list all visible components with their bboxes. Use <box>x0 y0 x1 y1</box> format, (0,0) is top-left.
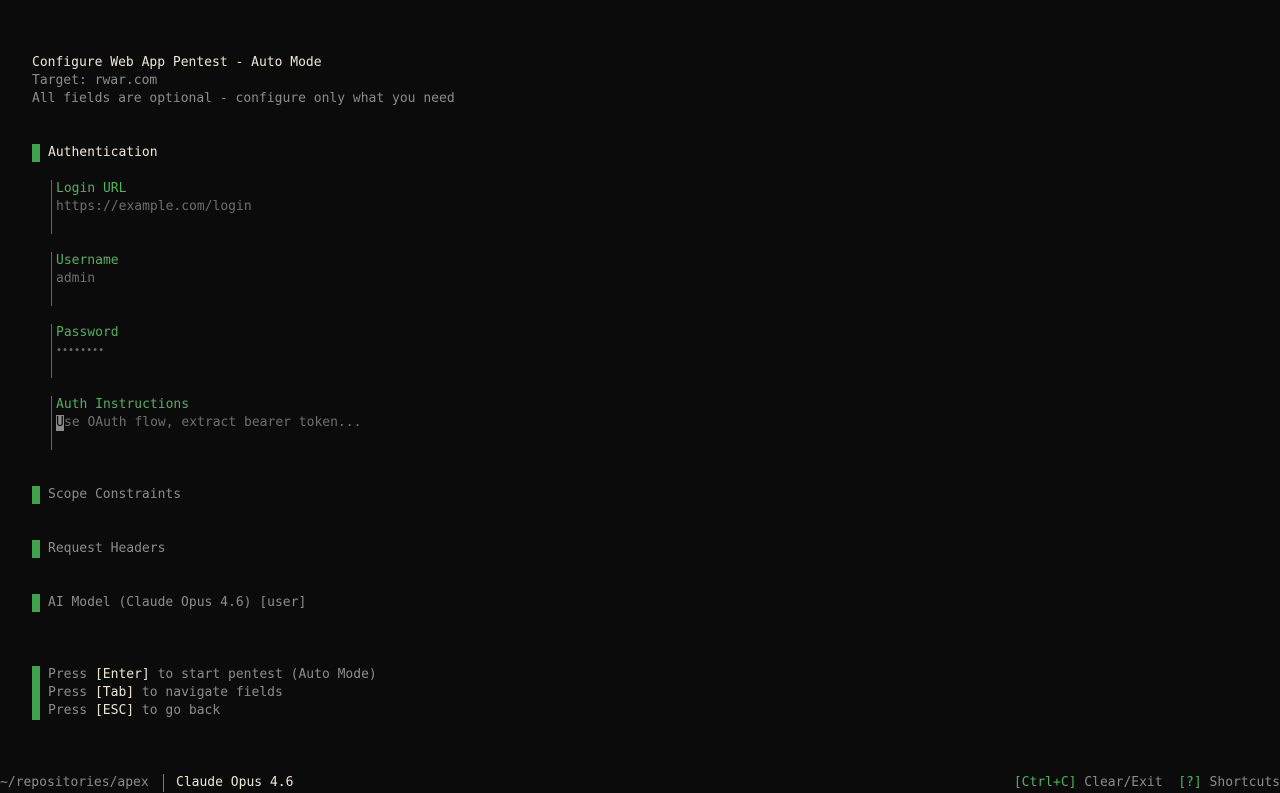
target-text: Target: rwar.com <box>32 73 158 88</box>
help-tab: Press [Tab] to navigate fields <box>48 684 283 702</box>
help-enter: Press [Enter] to start pentest (Auto Mod… <box>48 666 377 684</box>
auth-instructions-placeholder: se OAuth flow, extract bearer token... <box>64 415 362 430</box>
help-marker <box>32 666 40 720</box>
field-border <box>51 396 52 450</box>
text-cursor: U <box>56 415 64 431</box>
username-input[interactable]: admin <box>56 270 95 288</box>
status-path: ~/repositories/apex <box>0 775 149 790</box>
status-shortcuts: [Ctrl+C] Clear/Exit [?] Shortcuts <box>1014 774 1280 792</box>
ctrl-c-key: [Ctrl+C] <box>1013 775 1077 790</box>
help-tab-text: to navigate fields <box>134 685 283 700</box>
section-label-model: AI Model (Claude Opus 4.6) [user] <box>48 595 307 610</box>
status-separator <box>163 774 164 792</box>
section-label-authentication: Authentication <box>48 145 158 160</box>
tab-key: [Tab] <box>94 685 135 700</box>
field-border <box>51 252 52 306</box>
subtitle-text: All fields are optional - configure only… <box>32 91 455 106</box>
field-border <box>51 180 52 234</box>
help-esc: Press [ESC] to go back <box>48 702 220 720</box>
password-input[interactable]: •••••••• <box>56 342 104 360</box>
section-label-headers: Request Headers <box>48 541 166 556</box>
section-marker <box>32 540 40 558</box>
enter-key: [Enter] <box>94 667 150 682</box>
help-esc-text: to go back <box>134 703 221 718</box>
login-url-input[interactable]: https://example.com/login <box>56 198 252 216</box>
help-enter-text: to start pentest (Auto Mode) <box>149 667 377 682</box>
shortcuts-key[interactable]: [?] <box>1178 775 1201 790</box>
help-press-text: Press <box>48 685 88 700</box>
password-label: Password <box>56 325 119 340</box>
login-url-label: Login URL <box>56 181 127 196</box>
section-marker <box>32 144 40 162</box>
page-title: Configure Web App Pentest - Auto Mode <box>32 55 322 70</box>
auth-instructions-label: Auth Instructions <box>56 397 190 412</box>
ctrl-c-text: Clear/Exit <box>1076 775 1163 790</box>
help-press-text: Press <box>48 703 88 718</box>
esc-key: [ESC] <box>94 703 135 718</box>
section-label-scope: Scope Constraints <box>48 487 182 502</box>
section-marker <box>32 594 40 612</box>
section-marker <box>32 486 40 504</box>
auth-instructions-input[interactable]: Use OAuth flow, extract bearer token... <box>56 414 361 432</box>
help-press-text: Press <box>48 667 88 682</box>
status-model: Claude Opus 4.6 <box>176 775 294 790</box>
shortcuts-text: Shortcuts <box>1201 775 1280 790</box>
field-border <box>51 324 52 378</box>
username-label: Username <box>56 253 119 268</box>
